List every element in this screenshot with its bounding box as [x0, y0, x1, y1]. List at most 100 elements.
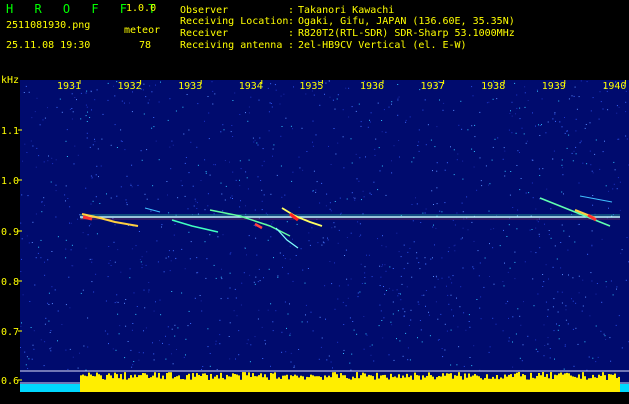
- noise-dot: [431, 190, 433, 192]
- noise-dot: [68, 276, 70, 278]
- noise-dot: [328, 80, 330, 82]
- x-tick-label: 1938: [481, 81, 505, 92]
- noise-dot: [289, 332, 291, 334]
- noise-dot: [337, 298, 339, 300]
- signal-bar: [126, 379, 128, 392]
- signal-bar: [238, 375, 240, 392]
- noise-dot: [207, 346, 209, 348]
- noise-dot: [320, 346, 322, 348]
- noise-dot: [217, 236, 219, 238]
- noise-dot: [151, 127, 153, 129]
- noise-dot: [38, 155, 40, 157]
- noise-dot: [193, 205, 195, 207]
- noise-dot: [549, 348, 551, 349]
- noise-dot: [325, 318, 326, 320]
- noise-dot: [610, 280, 612, 282]
- noise-dot: [138, 351, 140, 353]
- noise-dot: [554, 358, 555, 360]
- noise-dot: [429, 335, 431, 337]
- noise-dot: [365, 156, 366, 158]
- noise-dot: [471, 221, 473, 223]
- noise-dot: [330, 164, 332, 165]
- noise-dot: [109, 260, 111, 261]
- noise-dot: [213, 213, 215, 215]
- noise-dot: [141, 159, 143, 161]
- noise-dot: [444, 202, 446, 204]
- noise-dot: [346, 198, 348, 200]
- signal-bar: [444, 375, 446, 392]
- noise-dot: [258, 99, 260, 101]
- noise-dot: [249, 274, 251, 276]
- noise-dot: [28, 358, 30, 360]
- noise-dot: [468, 321, 470, 322]
- noise-dot: [585, 124, 587, 125]
- noise-dot: [140, 261, 142, 263]
- signal-bar: [418, 375, 420, 392]
- signal-bar: [612, 374, 614, 392]
- noise-dot: [572, 160, 574, 162]
- noise-dot: [120, 271, 122, 273]
- noise-dot: [234, 288, 236, 290]
- noise-dot: [560, 242, 562, 243]
- noise-dot: [361, 199, 362, 201]
- noise-dot: [562, 167, 564, 169]
- noise-dot: [188, 129, 190, 131]
- signal-bar: [234, 374, 236, 392]
- noise-dot: [239, 206, 241, 208]
- noise-dot: [602, 108, 604, 110]
- noise-dot: [204, 241, 206, 243]
- noise-dot: [108, 246, 110, 247]
- noise-dot: [83, 345, 85, 347]
- noise-dot: [553, 330, 555, 332]
- noise-dot: [263, 160, 265, 162]
- noise-dot: [346, 278, 348, 280]
- noise-dot: [172, 363, 174, 365]
- spectrogram: 1931 1932 1933 1934 1935 1936 1937 1938 1939 1940…: [0, 58, 629, 400]
- signal-bar: [554, 374, 556, 392]
- signal-bar: [560, 372, 562, 392]
- noise-dot: [619, 209, 621, 211]
- noise-dot: [77, 367, 79, 369]
- noise-dot: [329, 208, 331, 210]
- noise-dot: [328, 355, 330, 357]
- noise-dot: [240, 168, 242, 170]
- noise-dot: [592, 357, 594, 359]
- noise-dot: [515, 113, 516, 115]
- noise-dot: [289, 258, 291, 260]
- noise-dot: [114, 95, 116, 97]
- noise-dot: [595, 139, 597, 141]
- noise-dot: [72, 356, 74, 358]
- signal-bar: [210, 373, 212, 392]
- noise-dot: [461, 128, 463, 130]
- noise-dot: [517, 150, 519, 152]
- noise-dot: [27, 195, 29, 197]
- noise-dot: [248, 112, 250, 114]
- noise-dot: [169, 98, 171, 100]
- noise-dot: [239, 185, 241, 187]
- signal-bar: [156, 377, 158, 392]
- noise-dot: [355, 110, 357, 112]
- noise-dot: [566, 147, 568, 149]
- noise-dot: [44, 117, 46, 119]
- noise-dot: [143, 113, 145, 115]
- noise-dot: [36, 147, 38, 149]
- noise-dot: [188, 172, 190, 174]
- signal-bar: [524, 375, 526, 392]
- noise-dot: [245, 171, 247, 173]
- noise-dot: [471, 86, 473, 88]
- noise-dot: [351, 353, 353, 355]
- noise-dot: [329, 96, 331, 98]
- noise-dot: [505, 303, 507, 305]
- noise-dot: [31, 117, 33, 119]
- signal-bar: [526, 379, 528, 392]
- signal-bar: [154, 372, 156, 392]
- signal-bar: [404, 377, 406, 392]
- signal-bar: [552, 378, 554, 392]
- noise-dot: [391, 324, 393, 326]
- noise-dot: [509, 194, 511, 196]
- noise-dot: [618, 138, 620, 140]
- noise-dot: [172, 250, 174, 252]
- signal-bar: [352, 376, 354, 392]
- location-value: Ogaki, Gifu, JAPAN (136.60E, 35.35N): [298, 16, 515, 27]
- signal-bar: [266, 377, 268, 392]
